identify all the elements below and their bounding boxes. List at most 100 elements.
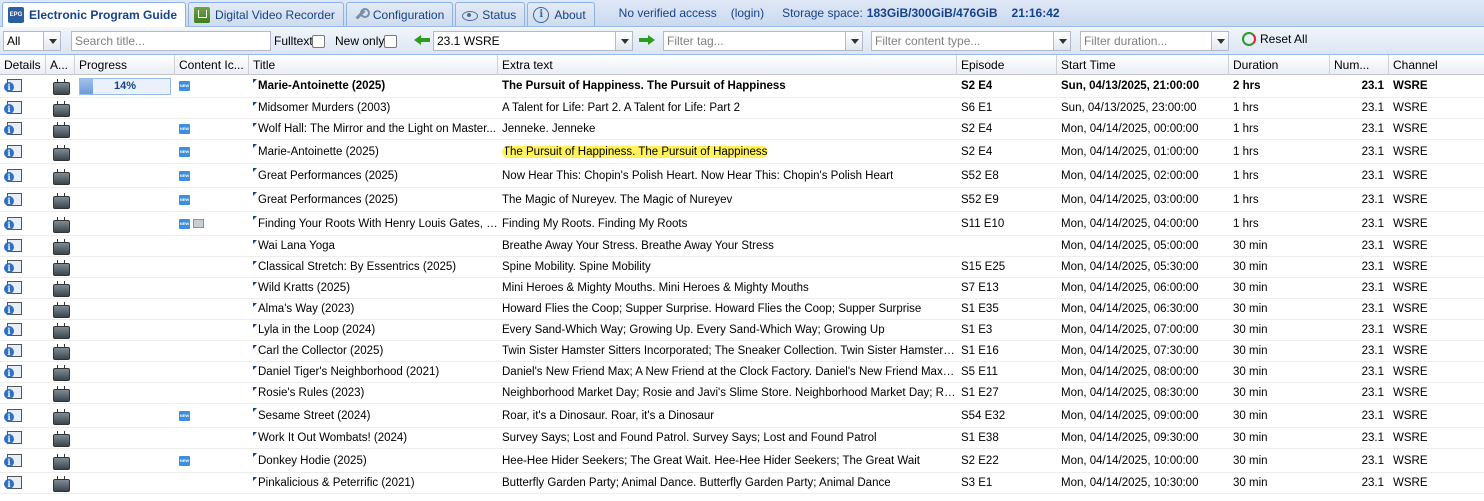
content-type-filter-combo[interactable] <box>871 31 1071 51</box>
details-icon[interactable] <box>4 476 22 490</box>
autorec-cell[interactable] <box>46 75 75 97</box>
column-header-details[interactable]: Details <box>0 55 46 75</box>
chevron-down-icon[interactable] <box>1211 32 1228 50</box>
column-header-number[interactable]: Num... <box>1330 55 1389 75</box>
tv-icon[interactable] <box>53 239 70 255</box>
details-cell[interactable] <box>0 299 46 319</box>
title-cell[interactable]: Daniel Tiger's Neighborhood (2021) <box>249 362 498 382</box>
tv-icon[interactable] <box>53 431 70 447</box>
details-icon[interactable] <box>4 323 22 337</box>
title-cell[interactable]: Finding Your Roots With Henry Louis Gate… <box>249 212 498 235</box>
details-cell[interactable] <box>0 473 46 493</box>
table-row[interactable]: NEW Donkey Hodie (2025) Hee-Hee Hider Seek… <box>0 449 1484 473</box>
title-cell[interactable]: Work It Out Wombats! (2024) <box>249 428 498 448</box>
table-row[interactable]: NEW Sesame Street (2024) Roar, it's a Dino… <box>0 404 1484 428</box>
tv-icon[interactable] <box>53 302 70 318</box>
details-cell[interactable] <box>0 236 46 256</box>
autorec-cell[interactable] <box>46 341 75 361</box>
autorec-cell[interactable] <box>46 404 75 427</box>
chevron-down-icon[interactable] <box>845 32 862 50</box>
details-cell[interactable] <box>0 212 46 235</box>
details-cell[interactable] <box>0 404 46 427</box>
details-icon[interactable] <box>4 239 22 253</box>
channel-tag-combo[interactable] <box>3 31 61 51</box>
autorec-cell[interactable] <box>46 278 75 298</box>
autorec-cell[interactable] <box>46 383 75 403</box>
next-channel-arrow-icon[interactable] <box>637 32 655 48</box>
details-icon[interactable] <box>4 144 22 159</box>
details-cell[interactable] <box>0 341 46 361</box>
content-type-filter-input[interactable] <box>872 32 1053 50</box>
autorec-cell[interactable] <box>46 449 75 472</box>
title-cell[interactable]: Marie-Antoinette (2025) <box>249 75 498 97</box>
reset-all-button[interactable]: Reset All <box>1242 32 1307 46</box>
details-cell[interactable] <box>0 449 46 472</box>
tv-icon[interactable] <box>53 386 70 402</box>
title-cell[interactable]: Midsomer Murders (2003) <box>249 98 498 118</box>
details-cell[interactable] <box>0 428 46 448</box>
details-icon[interactable] <box>4 365 22 379</box>
table-row[interactable]: Midsomer Murders (2003) A Talent for Life… <box>0 98 1484 119</box>
table-row[interactable]: Wai Lana Yoga Breathe Away Your Stress. B… <box>0 236 1484 257</box>
autorec-cell[interactable] <box>46 299 75 319</box>
details-cell[interactable] <box>0 140 46 163</box>
login-link[interactable]: (login) <box>731 6 764 20</box>
autorec-cell[interactable] <box>46 257 75 277</box>
tv-icon[interactable] <box>53 122 70 138</box>
autorec-cell[interactable] <box>46 140 75 163</box>
table-row[interactable]: Rosie's Rules (2023) Neighborhood Market … <box>0 383 1484 404</box>
tv-icon[interactable] <box>53 193 70 209</box>
details-icon[interactable] <box>4 344 22 358</box>
column-header-autorec[interactable]: A... <box>46 55 75 75</box>
title-cell[interactable]: Alma's Way (2023) <box>249 299 498 319</box>
table-row[interactable]: Wild Kratts (2025) Mini Heroes & Mighty M… <box>0 278 1484 299</box>
column-header-channel[interactable]: Channel <box>1389 55 1484 75</box>
autorec-cell[interactable] <box>46 473 75 493</box>
title-cell[interactable]: Great Performances (2025) <box>249 188 498 211</box>
channel-tag-input[interactable] <box>4 32 43 50</box>
tv-icon[interactable] <box>53 79 70 95</box>
previous-channel-arrow-icon[interactable] <box>414 32 432 48</box>
autorec-cell[interactable] <box>46 362 75 382</box>
chevron-down-icon[interactable] <box>1053 32 1070 50</box>
tv-icon[interactable] <box>53 365 70 381</box>
tab-status[interactable]: Status <box>455 2 526 26</box>
tv-icon[interactable] <box>53 409 70 425</box>
column-header-duration[interactable]: Duration <box>1229 55 1330 75</box>
title-cell[interactable]: Classical Stretch: By Essentrics (2025) <box>249 257 498 277</box>
details-icon[interactable] <box>4 168 22 183</box>
details-cell[interactable] <box>0 164 46 187</box>
details-cell[interactable] <box>0 119 46 139</box>
title-cell[interactable]: Carl the Collector (2025) <box>249 341 498 361</box>
column-header-progress[interactable]: Progress <box>75 55 175 75</box>
title-cell[interactable]: Wai Lana Yoga <box>249 236 498 256</box>
table-row[interactable]: Pinkalicious & Peterrific (2021) Butterfl… <box>0 473 1484 494</box>
table-row[interactable]: NEW Marie-Antoinette (2025) The Pursuit of… <box>0 140 1484 164</box>
details-cell[interactable] <box>0 98 46 118</box>
duration-filter-input[interactable] <box>1081 32 1211 50</box>
details-icon[interactable] <box>4 431 22 445</box>
tab-electronic-program-guide[interactable]: EPG Electronic Program Guide <box>2 2 187 27</box>
tv-icon[interactable] <box>53 101 70 117</box>
tv-icon[interactable] <box>53 217 70 233</box>
title-cell[interactable]: Lyla in the Loop (2024) <box>249 320 498 340</box>
details-icon[interactable] <box>4 453 22 468</box>
title-cell[interactable]: Wolf Hall: The Mirror and the Light on M… <box>249 119 498 139</box>
column-header-start-time[interactable]: Start Time <box>1057 55 1229 75</box>
autorec-cell[interactable] <box>46 212 75 235</box>
details-cell[interactable] <box>0 257 46 277</box>
details-cell[interactable] <box>0 362 46 382</box>
details-icon[interactable] <box>4 122 22 136</box>
title-cell[interactable]: Great Performances (2025) <box>249 164 498 187</box>
table-row[interactable]: Work It Out Wombats! (2024) Survey Says; … <box>0 428 1484 449</box>
table-row[interactable]: NEW Wolf Hall: The Mirror and the Light o… <box>0 119 1484 140</box>
autorec-cell[interactable] <box>46 119 75 139</box>
tv-icon[interactable] <box>53 476 70 492</box>
details-icon[interactable] <box>4 101 22 115</box>
autorec-cell[interactable] <box>46 98 75 118</box>
autorec-cell[interactable] <box>46 320 75 340</box>
fulltext-checkbox[interactable] <box>312 35 325 48</box>
search-input[interactable] <box>72 32 270 50</box>
tab-configuration[interactable]: Configuration <box>345 2 454 26</box>
table-row[interactable]: NEW Finding Your Roots With Henry Louis G… <box>0 212 1484 236</box>
